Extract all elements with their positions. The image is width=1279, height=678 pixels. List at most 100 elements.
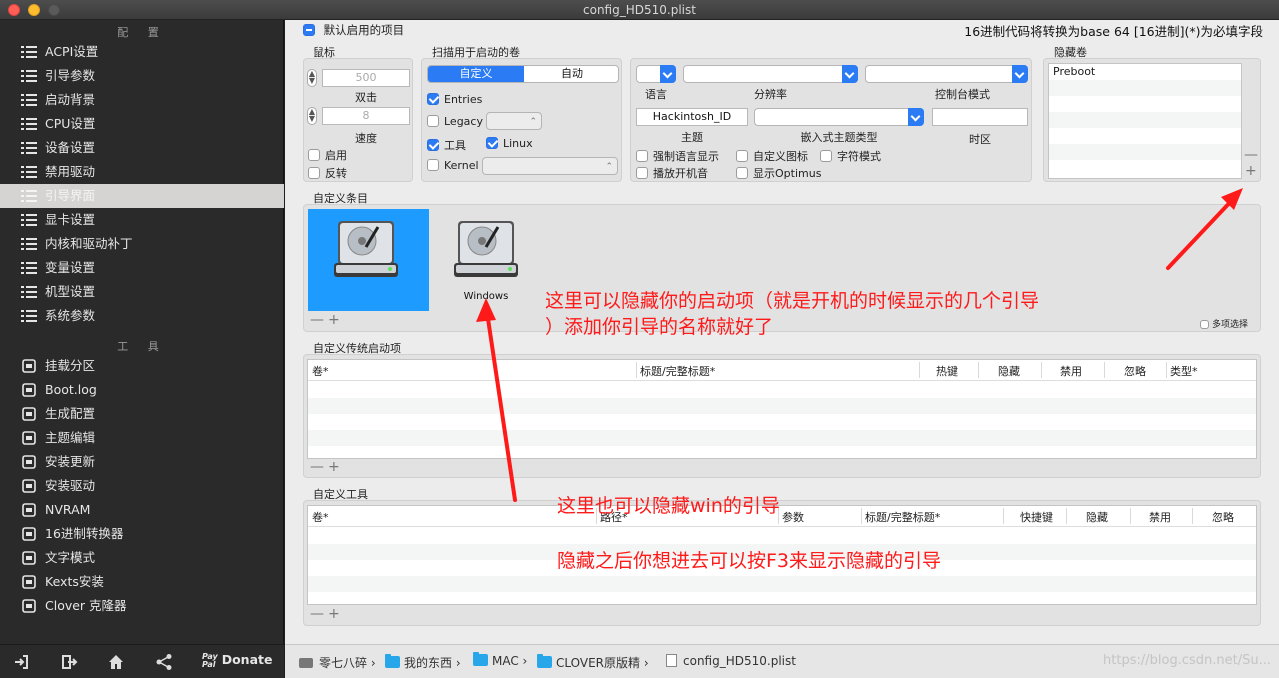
- double-click-field[interactable]: 500: [322, 69, 410, 87]
- path-item-disk[interactable]: 零七八碎 ›: [299, 654, 376, 671]
- donate-button[interactable]: Pay Pal Donate: [202, 652, 272, 669]
- home-icon[interactable]: [107, 653, 125, 671]
- tools-col-args[interactable]: 参数: [782, 509, 804, 525]
- sidebar-tool-item[interactable]: Boot.log: [0, 378, 284, 402]
- entries-remove-button[interactable]: —: [310, 312, 324, 328]
- hidden-volumes-list[interactable]: Preboot: [1048, 63, 1242, 179]
- sidebar-item[interactable]: 禁用驱动: [0, 160, 284, 184]
- path-item-folder[interactable]: MAC ›: [473, 652, 527, 668]
- sidebar-tool-item[interactable]: 主题编辑: [0, 426, 284, 450]
- import-icon[interactable]: [12, 653, 30, 671]
- sidebar-tool-item[interactable]: 安装更新: [0, 450, 284, 474]
- resolution-popup[interactable]: [683, 65, 858, 83]
- play-sound-checkbox[interactable]: 播放开机音: [636, 165, 708, 181]
- kernel-checkbox[interactable]: Kernel: [427, 159, 479, 172]
- tools-col-volume[interactable]: 卷*: [312, 509, 329, 525]
- hidden-add-button[interactable]: +: [1245, 163, 1257, 179]
- sidebar-item[interactable]: 设备设置: [0, 136, 284, 160]
- sidebar-item[interactable]: 内核和驱动补丁: [0, 232, 284, 256]
- hidden-volumes-group: Preboot — +: [1043, 58, 1261, 182]
- seg-custom[interactable]: 自定义: [428, 66, 524, 82]
- gears-icon: [21, 407, 37, 421]
- sidebar-tool-item[interactable]: Clover 克隆器: [0, 594, 284, 618]
- tools-remove-button[interactable]: —: [310, 606, 324, 622]
- sidebar-item-label: 文字模式: [45, 550, 96, 565]
- double-click-stepper[interactable]: ▲ ▼: [307, 69, 317, 87]
- text-mode-checkbox[interactable]: 字符模式: [820, 148, 881, 164]
- legacy-popup[interactable]: ⌃: [486, 112, 542, 130]
- sidebar-item[interactable]: 机型设置: [0, 280, 284, 304]
- legacy-col-ignore[interactable]: 忽略: [1124, 363, 1146, 379]
- show-optimus-checkbox[interactable]: 显示Optimus: [736, 165, 821, 181]
- legacy-col-type[interactable]: 类型*: [1170, 363, 1198, 379]
- sidebar-bottom-bar: Pay Pal Donate: [0, 644, 284, 678]
- sidebar-item[interactable]: 显卡设置: [0, 208, 284, 232]
- hidden-volume-row[interactable]: Preboot: [1049, 64, 1241, 80]
- sidebar-tool-item[interactable]: 文字模式: [0, 546, 284, 570]
- sidebar-item[interactable]: ACPI设置: [0, 40, 284, 64]
- legacy-checkbox[interactable]: Legacy: [427, 115, 483, 128]
- tools-col-disabled[interactable]: 禁用: [1149, 509, 1171, 525]
- sidebar-tool-item[interactable]: 安装驱动: [0, 474, 284, 498]
- list-icon: [21, 117, 37, 131]
- kernel-popup[interactable]: ⌃: [482, 157, 618, 175]
- legacy-col-hotkey[interactable]: 热键: [936, 363, 958, 379]
- sidebar-item[interactable]: 变量设置: [0, 256, 284, 280]
- legacy-col-volume[interactable]: 卷*: [312, 363, 329, 379]
- console-mode-popup[interactable]: [865, 65, 1028, 83]
- sidebar-item[interactable]: 启动背景: [0, 88, 284, 112]
- hidden-remove-button[interactable]: —: [1244, 147, 1258, 163]
- theme-field[interactable]: Hackintosh_ID: [636, 108, 748, 126]
- sidebar-item[interactable]: CPU设置: [0, 112, 284, 136]
- tool-checkbox[interactable]: 工具: [427, 137, 466, 153]
- force-language-checkbox[interactable]: 强制语言显示: [636, 148, 719, 164]
- list-icon: [21, 189, 37, 203]
- sidebar-tool-item[interactable]: 16进制转换器: [0, 522, 284, 546]
- chip-icon: [21, 503, 37, 517]
- default-volume-checkbox[interactable]: [303, 24, 315, 36]
- sidebar-item[interactable]: 系统参数: [0, 304, 284, 328]
- tools-col-ignore[interactable]: 忽略: [1212, 509, 1234, 525]
- mouse-mirror-checkbox[interactable]: 反转: [308, 165, 347, 181]
- hard-drive-icon[interactable]: [452, 217, 520, 281]
- path-item-folder[interactable]: CLOVER原版精 ›: [537, 654, 649, 671]
- path-item-folder[interactable]: 我的东西 ›: [385, 654, 461, 671]
- entries-add-button[interactable]: +: [328, 312, 340, 328]
- legacy-col-title[interactable]: 标题/完整标题*: [640, 363, 715, 379]
- sidebar-tool-item[interactable]: 生成配置: [0, 402, 284, 426]
- default-volume-toggle[interactable]: 默认启用的项目: [303, 22, 404, 38]
- sidebar-tool-item[interactable]: Kexts安装: [0, 570, 284, 594]
- folder-icon: [537, 654, 552, 668]
- share-icon[interactable]: [155, 653, 173, 671]
- speed-label: 速度: [355, 132, 377, 145]
- language-popup[interactable]: [636, 65, 676, 83]
- sidebar-tool-item[interactable]: NVRAM: [0, 498, 284, 522]
- legacy-remove-button[interactable]: —: [310, 459, 324, 475]
- mouse-enable-checkbox[interactable]: 启用: [308, 147, 347, 163]
- entries-checkbox[interactable]: Entries: [427, 93, 482, 106]
- embedded-theme-popup[interactable]: [754, 108, 924, 126]
- seg-auto[interactable]: 自动: [524, 66, 618, 82]
- legacy-col-disabled[interactable]: 禁用: [1060, 363, 1082, 379]
- tools-col-shortcut[interactable]: 快捷键: [1020, 509, 1053, 525]
- tools-col-title[interactable]: 标题/完整标题*: [865, 509, 940, 525]
- multi-select-checkbox[interactable]: 多项选择: [1200, 317, 1248, 330]
- sidebar-item[interactable]: 引导界面: [0, 184, 284, 208]
- legacy-table[interactable]: 卷* 标题/完整标题* 热键 隐藏 禁用 忽略 类型*: [307, 359, 1257, 459]
- path-item-file[interactable]: config_HD510.plist: [666, 654, 796, 668]
- tools-add-button[interactable]: +: [328, 606, 340, 622]
- timezone-field[interactable]: [932, 108, 1028, 126]
- embedded-theme-label: 嵌入式主题类型: [800, 131, 878, 144]
- tools-col-hidden[interactable]: 隐藏: [1086, 509, 1108, 525]
- export-icon[interactable]: [60, 653, 78, 671]
- sidebar-item[interactable]: 引导参数: [0, 64, 284, 88]
- sidebar-tool-item[interactable]: 挂载分区: [0, 354, 284, 378]
- linux-checkbox[interactable]: Linux: [486, 137, 533, 150]
- legacy-col-hidden[interactable]: 隐藏: [998, 363, 1020, 379]
- custom-icons-checkbox[interactable]: 自定义图标: [736, 148, 808, 164]
- legacy-add-button[interactable]: +: [328, 459, 340, 475]
- annotation-note-hide-entries: 这里可以隐藏你的启动项（就是开机的时候显示的几个引导: [545, 290, 1040, 312]
- speed-field[interactable]: 8: [322, 107, 410, 125]
- speed-stepper[interactable]: ▲ ▼: [307, 107, 317, 125]
- scan-mode-segmented[interactable]: 自定义 自动: [427, 65, 619, 83]
